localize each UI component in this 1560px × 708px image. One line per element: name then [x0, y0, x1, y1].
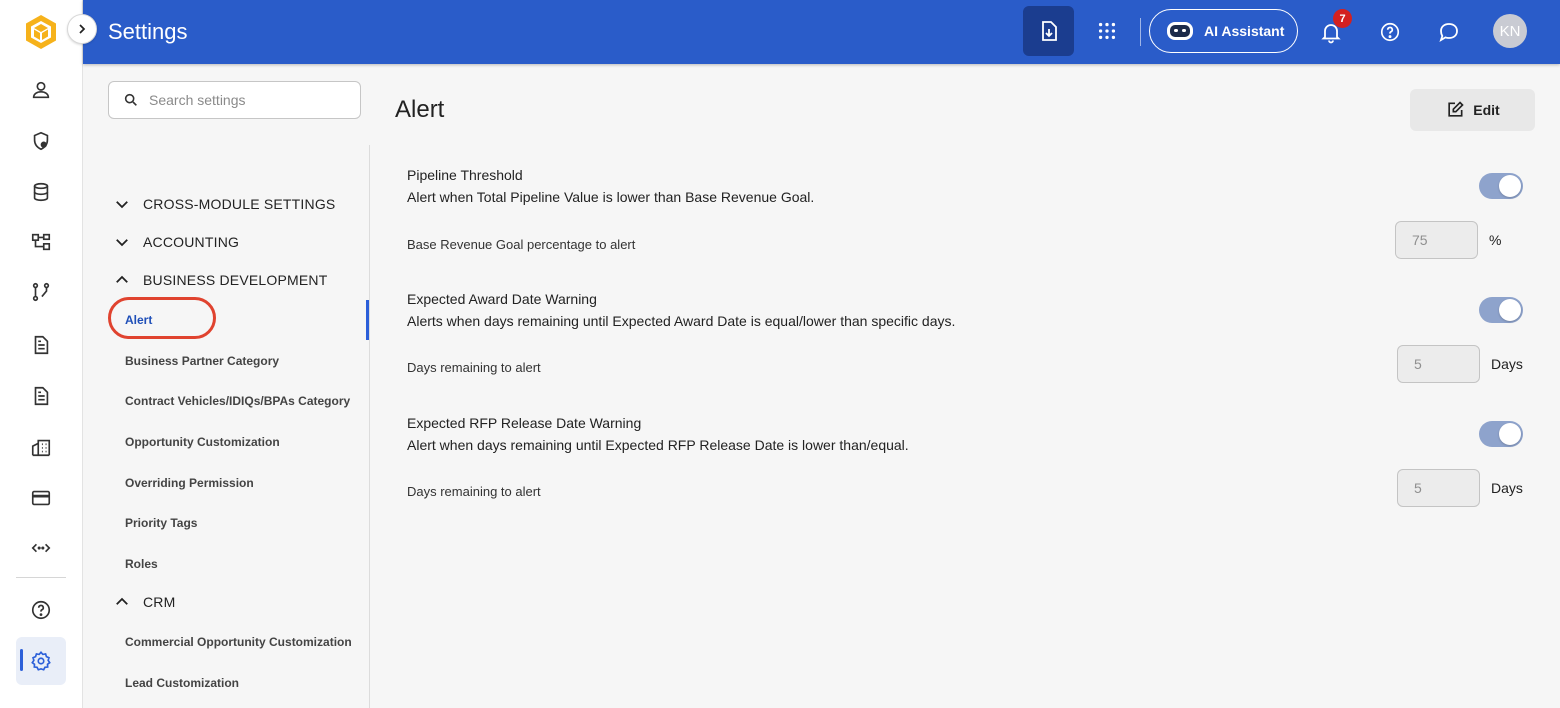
help-icon[interactable] — [27, 596, 55, 624]
database-icon[interactable] — [27, 178, 55, 206]
section-label: ACCOUNTING — [143, 234, 240, 250]
sidebar-item-lead-customization[interactable]: Lead Customization — [125, 676, 239, 690]
edit-button[interactable]: Edit — [1410, 89, 1535, 131]
base-revenue-goal-label: Base Revenue Goal percentage to alert — [407, 237, 636, 252]
download-button[interactable] — [1023, 6, 1074, 56]
rfp-release-warning-description: Alert when days remaining until Expected… — [407, 437, 909, 453]
chat-button[interactable] — [1435, 18, 1463, 46]
sidebar-item-overriding-permission[interactable]: Overriding Permission — [125, 476, 254, 490]
credit-card-icon[interactable] — [27, 484, 55, 512]
rail-active-indicator — [20, 649, 23, 671]
section-label: BUSINESS DEVELOPMENT — [143, 272, 328, 288]
toggle-knob — [1499, 175, 1521, 197]
sidebar-item-priority-tags[interactable]: Priority Tags — [125, 516, 197, 530]
pipeline-icon[interactable] — [27, 278, 55, 306]
document-alt-icon[interactable] — [27, 382, 55, 410]
percent-unit: % — [1489, 232, 1502, 248]
edit-icon — [1448, 101, 1464, 117]
ai-assistant-label: AI Assistant — [1204, 23, 1285, 39]
top-header: Settings AI Assistant 7 KN — [83, 0, 1560, 64]
user-icon[interactable] — [27, 76, 55, 104]
user-avatar[interactable]: KN — [1493, 14, 1527, 48]
help-button[interactable] — [1377, 19, 1403, 45]
file-download-icon — [1041, 21, 1057, 41]
rail-divider — [16, 577, 66, 578]
search-input[interactable] — [149, 92, 339, 108]
page-header-title: Settings — [108, 19, 188, 44]
award-date-warning-toggle[interactable] — [1479, 297, 1523, 323]
award-days-input[interactable] — [1397, 345, 1480, 383]
rfp-release-warning-title: Expected RFP Release Date Warning — [407, 415, 642, 431]
section-cross-module-settings[interactable]: CROSS-MODULE SETTINGS — [113, 195, 335, 213]
shield-icon[interactable] — [27, 127, 55, 155]
pipeline-threshold-title: Pipeline Threshold — [407, 167, 523, 183]
award-days-label: Days remaining to alert — [407, 360, 541, 375]
ai-assistant-button[interactable]: AI Assistant — [1149, 9, 1298, 53]
pipeline-threshold-toggle[interactable] — [1479, 173, 1523, 199]
toggle-knob — [1499, 299, 1521, 321]
sidebar-item-contract-vehicles-category[interactable]: Contract Vehicles/IDIQs/BPAs Category — [125, 394, 350, 408]
question-icon — [1380, 22, 1400, 42]
header-divider — [1140, 18, 1141, 46]
code-icon[interactable] — [27, 534, 55, 562]
workflow-icon[interactable] — [27, 228, 55, 256]
rfp-release-warning-toggle[interactable] — [1479, 421, 1523, 447]
chat-bubble-icon — [1439, 23, 1458, 42]
icon-rail — [0, 0, 83, 708]
sidebar-divider — [369, 145, 370, 708]
days-unit: Days — [1491, 480, 1523, 496]
chevron-down-icon — [116, 239, 128, 247]
chevron-up-icon — [116, 597, 128, 605]
sidebar-item-alert[interactable]: Alert — [125, 313, 152, 327]
settings-search-box[interactable] — [108, 81, 361, 119]
search-icon — [124, 93, 137, 106]
rfp-days-input[interactable] — [1397, 469, 1480, 507]
buildings-icon[interactable] — [27, 433, 55, 461]
document-icon[interactable] — [27, 331, 55, 359]
rfp-days-label: Days remaining to alert — [407, 484, 541, 499]
sidebar-item-opportunity-customization[interactable]: Opportunity Customization — [125, 435, 280, 449]
sidebar-item-roles[interactable]: Roles — [125, 557, 158, 571]
chevron-down-icon — [116, 201, 128, 209]
edit-label: Edit — [1473, 102, 1500, 118]
sidebar-item-commercial-opportunity-customization[interactable]: Commercial Opportunity Customization — [125, 635, 352, 649]
toggle-knob — [1499, 423, 1521, 445]
section-accounting[interactable]: ACCOUNTING — [113, 233, 239, 251]
apps-grid-button[interactable] — [1095, 19, 1119, 43]
settings-icon[interactable] — [27, 647, 55, 675]
section-label: CRM — [143, 594, 176, 610]
award-date-warning-description: Alerts when days remaining until Expecte… — [407, 313, 956, 329]
section-crm[interactable]: CRM — [113, 593, 175, 611]
notification-count-badge: 7 — [1333, 9, 1352, 28]
section-label: CROSS-MODULE SETTINGS — [143, 196, 336, 212]
chevron-right-icon — [79, 24, 86, 34]
robot-icon — [1167, 22, 1193, 40]
collapse-rail-button[interactable] — [67, 14, 97, 44]
app-logo-icon[interactable] — [23, 13, 59, 51]
section-business-development[interactable]: BUSINESS DEVELOPMENT — [113, 271, 328, 289]
pipeline-threshold-description: Alert when Total Pipeline Value is lower… — [407, 189, 815, 205]
page-title: Alert — [395, 96, 445, 123]
grid-icon — [1098, 22, 1116, 40]
base-revenue-goal-input[interactable] — [1395, 221, 1478, 259]
award-date-warning-title: Expected Award Date Warning — [407, 291, 597, 307]
chevron-up-icon — [116, 275, 128, 283]
days-unit: Days — [1491, 356, 1523, 372]
sidebar-active-indicator — [366, 300, 369, 340]
sidebar-item-business-partner-category[interactable]: Business Partner Category — [125, 354, 279, 368]
